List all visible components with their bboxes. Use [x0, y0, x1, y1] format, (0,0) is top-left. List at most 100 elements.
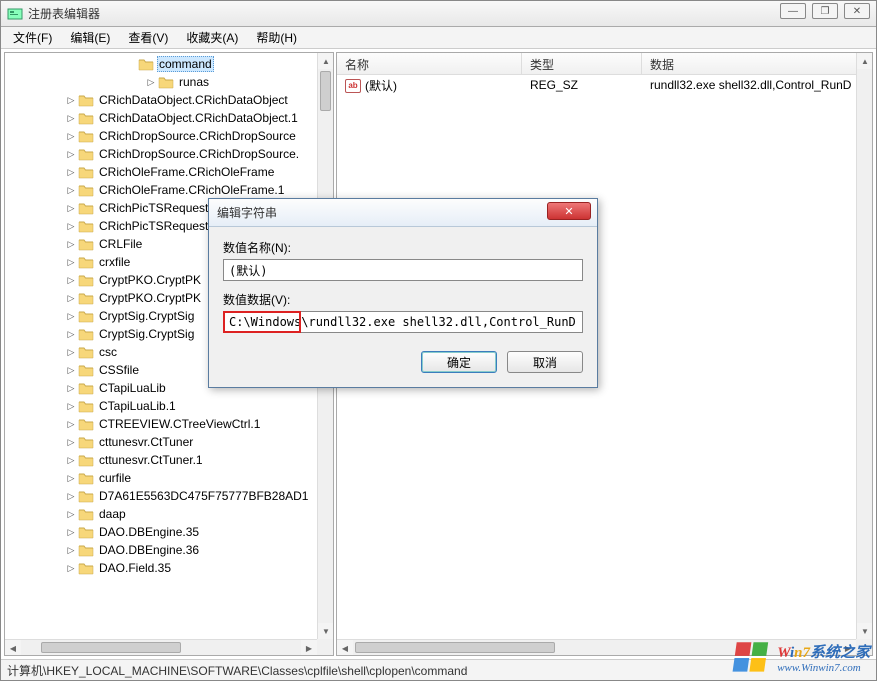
maximize-button[interactable]: ❐	[812, 3, 838, 19]
tree-node[interactable]: ▷CTapiLuaLib.1	[5, 397, 317, 415]
scroll-up-icon[interactable]: ▲	[318, 53, 334, 69]
minimize-button[interactable]: —	[780, 3, 806, 19]
tree-expander-icon[interactable]: ▷	[65, 275, 77, 286]
tree-expander-icon[interactable]: ▷	[65, 257, 77, 268]
tree-expander-icon[interactable]: ▷	[65, 419, 77, 430]
value-name-input[interactable]	[223, 259, 583, 281]
cancel-button[interactable]: 取消	[507, 351, 583, 373]
tree-expander-icon[interactable]: ▷	[65, 131, 77, 142]
tree-expander-icon[interactable]: ▷	[65, 95, 77, 106]
tree-node-label: DAO.DBEngine.35	[97, 525, 201, 539]
tree-expander-icon[interactable]: ▷	[65, 113, 77, 124]
folder-icon	[78, 237, 94, 251]
folder-icon	[78, 273, 94, 287]
folder-icon	[78, 255, 94, 269]
scroll-right-icon[interactable]: ▶	[840, 640, 856, 656]
menu-edit[interactable]: 编辑(E)	[62, 27, 118, 48]
list-scrollbar-vertical[interactable]: ▲ ▼	[856, 53, 872, 639]
menu-view[interactable]: 查看(V)	[120, 27, 176, 48]
tree-expander-icon[interactable]: ▷	[65, 383, 77, 394]
tree-node[interactable]: ▷D7A61E5563DC475F75777BFB28AD1	[5, 487, 317, 505]
list-row[interactable]: ab(默认) REG_SZ rundll32.exe shell32.dll,C…	[337, 75, 872, 95]
ok-button[interactable]: 确定	[421, 351, 497, 373]
tree-node[interactable]: ▷daap	[5, 505, 317, 523]
tree-expander-icon[interactable]: ▷	[65, 149, 77, 160]
list-scrollbar-horizontal[interactable]: ◀ ▶	[337, 639, 856, 655]
folder-icon	[78, 489, 94, 503]
dialog-close-button[interactable]: ✕	[547, 202, 591, 220]
scroll-down-icon[interactable]: ▼	[857, 623, 873, 639]
folder-icon	[78, 93, 94, 107]
tree-node[interactable]: ▷ DAO.DBEngine.35	[5, 523, 317, 541]
tree-expander-icon[interactable]: ▷	[65, 365, 77, 376]
folder-icon	[78, 525, 94, 539]
tree-expander-icon[interactable]: ▷	[65, 437, 77, 448]
scroll-corner	[856, 639, 872, 655]
tree-node-label: CRichDropSource.CRichDropSource	[97, 129, 298, 143]
value-data-input[interactable]	[223, 311, 583, 333]
tree-expander-icon[interactable]: ▷	[65, 509, 77, 520]
tree-expander-icon[interactable]: ▷	[65, 311, 77, 322]
tree-node[interactable]: ▷ DAO.Field.35	[5, 559, 317, 577]
scroll-right-icon[interactable]: ▶	[301, 640, 317, 656]
tree-node[interactable]: ▷CRichOleFrame.CRichOleFrame.1	[5, 181, 317, 199]
tree-expander-icon[interactable]: ▷	[65, 527, 77, 538]
column-header-data[interactable]: 数据	[642, 53, 872, 74]
folder-icon	[78, 327, 94, 341]
scroll-thumb-vertical[interactable]	[320, 71, 331, 111]
tree-node[interactable]: ▷CRichOleFrame.CRichOleFrame	[5, 163, 317, 181]
status-bar: 计算机\HKEY_LOCAL_MACHINE\SOFTWARE\Classes\…	[1, 659, 876, 680]
tree-expander-icon[interactable]: ▷	[65, 185, 77, 196]
scroll-thumb-horizontal[interactable]	[355, 642, 555, 653]
dialog-titlebar[interactable]: 编辑字符串 ✕	[209, 199, 597, 227]
tree-expander-icon[interactable]: ▷	[65, 293, 77, 304]
tree-expander-icon[interactable]: ▷	[65, 455, 77, 466]
tree-scrollbar-horizontal[interactable]: ◀ ▶	[5, 639, 317, 655]
folder-icon	[78, 291, 94, 305]
window-titlebar: 注册表编辑器	[1, 1, 876, 27]
tree-expander-icon[interactable]: ▷	[65, 203, 77, 214]
column-header-name[interactable]: 名称	[337, 53, 522, 74]
tree-node[interactable]: ▷curfile	[5, 469, 317, 487]
tree-node-command[interactable]: command	[5, 55, 317, 73]
column-header-type[interactable]: 类型	[522, 53, 642, 74]
tree-node-label: CRichDropSource.CRichDropSource.	[97, 147, 301, 161]
tree-expander-icon[interactable]: ▷	[145, 77, 157, 88]
scroll-left-icon[interactable]: ◀	[337, 640, 353, 656]
tree-node[interactable]: ▷CRichDataObject.CRichDataObject.1	[5, 109, 317, 127]
tree-node[interactable]: ▷CRichDataObject.CRichDataObject	[5, 91, 317, 109]
tree-expander-icon[interactable]: ▷	[65, 545, 77, 556]
tree-expander-icon[interactable]: ▷	[65, 563, 77, 574]
scroll-left-icon[interactable]: ◀	[5, 640, 21, 656]
menu-file[interactable]: 文件(F)	[5, 27, 60, 48]
scroll-thumb-horizontal[interactable]	[41, 642, 181, 653]
tree-node[interactable]: ▷CTREEVIEW.CTreeViewCtrl.1	[5, 415, 317, 433]
folder-icon	[78, 381, 94, 395]
tree-node-label: DAO.Field.35	[97, 561, 173, 575]
menu-help[interactable]: 帮助(H)	[248, 27, 305, 48]
tree-node-runas[interactable]: ▷ runas	[5, 73, 317, 91]
tree-node[interactable]: ▷ CRichDropSource.CRichDropSource	[5, 127, 317, 145]
tree-node[interactable]: ▷cttunesvr.CtTuner.1	[5, 451, 317, 469]
tree-expander-icon[interactable]: ▷	[65, 239, 77, 250]
tree-expander-icon[interactable]: ▷	[65, 491, 77, 502]
tree-expander-icon[interactable]: ▷	[65, 401, 77, 412]
menu-favorites[interactable]: 收藏夹(A)	[178, 27, 246, 48]
tree-expander-icon[interactable]: ▷	[65, 329, 77, 340]
tree-node[interactable]: ▷ CRichDropSource.CRichDropSource.	[5, 145, 317, 163]
close-button[interactable]: ✕	[844, 3, 870, 19]
scroll-down-icon[interactable]: ▼	[318, 623, 334, 639]
tree-expander-icon[interactable]: ▷	[65, 167, 77, 178]
tree-node-label: CRLFile	[97, 237, 144, 251]
folder-icon	[78, 111, 94, 125]
tree-node[interactable]: ▷DAO.DBEngine.36	[5, 541, 317, 559]
tree-node[interactable]: ▷cttunesvr.CtTuner	[5, 433, 317, 451]
tree-expander-icon[interactable]: ▷	[65, 347, 77, 358]
scroll-up-icon[interactable]: ▲	[857, 53, 873, 69]
tree-expander-icon[interactable]: ▷	[65, 473, 77, 484]
value-data: rundll32.exe shell32.dll,Control_RunD	[642, 77, 872, 93]
tree-expander-icon[interactable]: ▷	[65, 221, 77, 232]
tree-node-label: CryptPKO.CryptPK	[97, 291, 203, 305]
folder-icon	[78, 507, 94, 521]
tree-node-label: runas	[177, 75, 211, 89]
